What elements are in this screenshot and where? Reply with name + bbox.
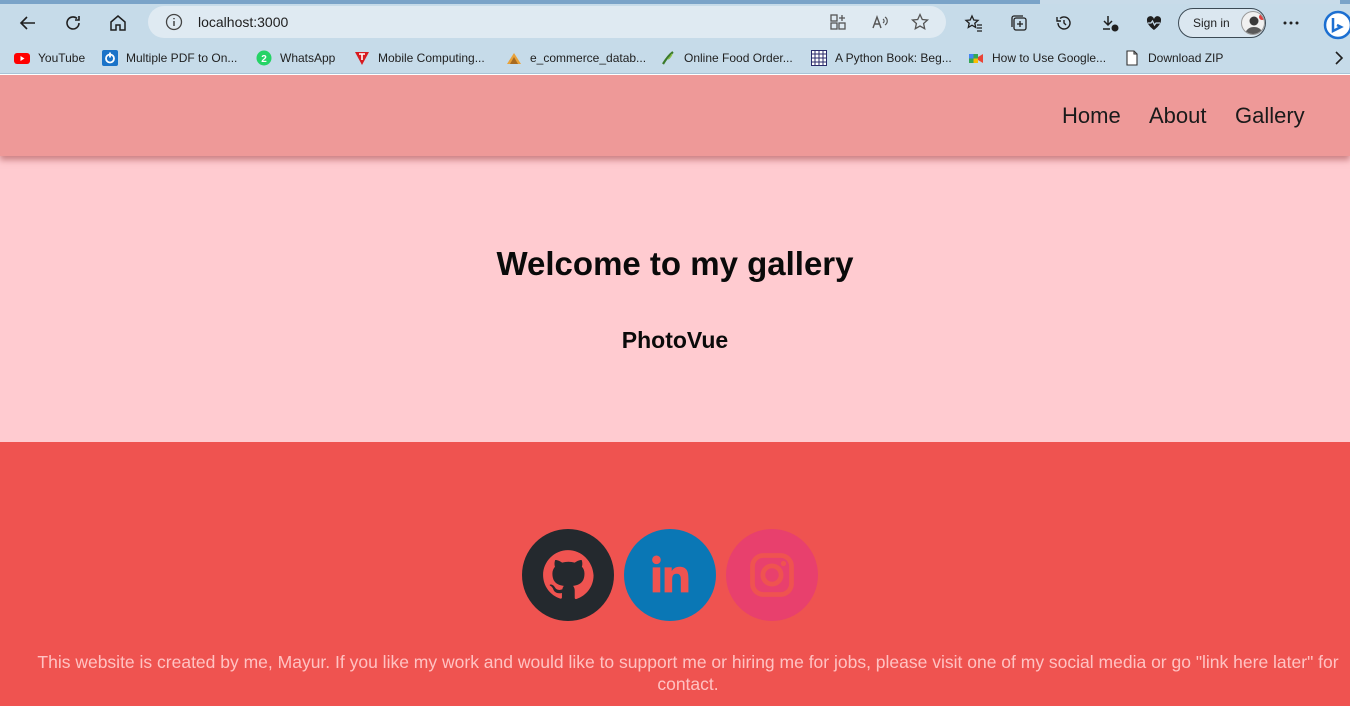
food-icon (660, 50, 676, 66)
history-button[interactable] (1049, 8, 1079, 38)
linkedin-icon (652, 555, 689, 593)
app-available-icon[interactable] (828, 12, 848, 32)
download-icon (1103, 16, 1119, 32)
bookmark-label: YouTube (38, 51, 86, 65)
bookmark-ecommerce-db[interactable]: e_commerce_datab... (506, 47, 646, 69)
favorites-icon (964, 14, 982, 32)
github-icon (543, 550, 594, 600)
instagram-icon (750, 553, 794, 597)
pdf-tool-icon (102, 50, 118, 66)
bookmark-label: How to Use Google... (992, 51, 1107, 65)
sign-in-label: Sign in (1193, 16, 1230, 30)
heart-pulse-icon (1146, 16, 1162, 30)
bookmark-label: Multiple PDF to On... (126, 51, 238, 65)
bing-copilot-icon[interactable] (1322, 10, 1350, 40)
bookmark-download-zip[interactable]: Download ZIP (1124, 47, 1223, 69)
url-text[interactable]: localhost:3000 (198, 14, 288, 30)
refresh-icon (66, 16, 80, 30)
bookmark-label: e_commerce_datab... (530, 51, 647, 65)
database-icon (506, 50, 522, 66)
bookmark-label: Mobile Computing... (378, 51, 485, 65)
extensions-button[interactable] (1139, 8, 1169, 38)
profile-avatar (1241, 11, 1265, 35)
bookmark-python-book[interactable]: A Python Book: Beg... (811, 47, 952, 69)
downloads-button[interactable] (1095, 8, 1125, 38)
whatsapp-icon: 2 (256, 50, 272, 66)
home-button[interactable] (103, 8, 133, 38)
sign-in-button[interactable]: Sign in (1178, 8, 1266, 38)
refresh-button[interactable] (58, 8, 88, 38)
mobile-computing-icon (354, 50, 370, 66)
grid-icon (811, 50, 827, 66)
read-aloud-icon[interactable] (870, 12, 890, 32)
site-footer: This website is created by me, Mayur. If… (0, 442, 1350, 706)
bookmark-whatsapp[interactable]: 2 WhatsApp (256, 47, 335, 69)
bookmark-multiple-pdf[interactable]: Multiple PDF to On... (102, 47, 237, 69)
google-meet-icon (968, 50, 984, 66)
bookmarks-bar: YouTube Multiple PDF to On... 2 WhatsApp… (0, 42, 1350, 74)
page-title: Welcome to my gallery (496, 245, 854, 282)
info-icon[interactable] (164, 12, 184, 32)
more-dots-icon (1283, 21, 1299, 25)
bookmark-label: Online Food Order... (684, 51, 793, 65)
linkedin-link[interactable] (624, 529, 716, 621)
chevron-right-icon[interactable] (1332, 48, 1346, 68)
browser-toolbar: localhost:3000 Sign in (0, 4, 1350, 42)
nav-about-link[interactable]: About (1149, 103, 1207, 129)
address-bar[interactable]: localhost:3000 (148, 6, 946, 38)
settings-more-button[interactable] (1276, 8, 1306, 38)
footer-text: This website is created by me, Mayur. If… (37, 652, 1339, 694)
collections-button[interactable] (1004, 8, 1034, 38)
favorites-button[interactable] (959, 8, 989, 38)
bookmark-label: WhatsApp (280, 51, 336, 65)
bookmark-label: Download ZIP (1148, 51, 1224, 65)
file-icon (1124, 50, 1140, 66)
history-icon (1056, 16, 1071, 30)
svg-text:2: 2 (261, 54, 267, 65)
youtube-icon (14, 50, 30, 66)
favorite-star-icon[interactable] (910, 12, 930, 32)
bookmark-youtube[interactable]: YouTube (14, 47, 85, 69)
github-link[interactable] (522, 529, 614, 621)
instagram-link[interactable] (726, 529, 818, 621)
bookmark-online-food[interactable]: Online Food Order... (660, 47, 793, 69)
collections-icon (1011, 15, 1027, 31)
page-content: Home About Gallery Welcome to my gallery… (0, 75, 1350, 706)
bookmark-label: A Python Book: Beg... (835, 51, 952, 65)
bookmark-google-how-to[interactable]: How to Use Google... (968, 47, 1106, 69)
back-button[interactable] (13, 8, 43, 38)
nav-home-link[interactable]: Home (1062, 103, 1121, 129)
bookmark-mobile-computing[interactable]: Mobile Computing... (354, 47, 485, 69)
user-avatar-icon (1245, 14, 1264, 34)
nav-gallery-link[interactable]: Gallery (1235, 103, 1305, 129)
home-icon (110, 15, 126, 31)
site-navbar: Home About Gallery (0, 75, 1350, 156)
site-name: PhotoVue (621, 327, 729, 353)
back-arrow-icon (19, 16, 35, 30)
